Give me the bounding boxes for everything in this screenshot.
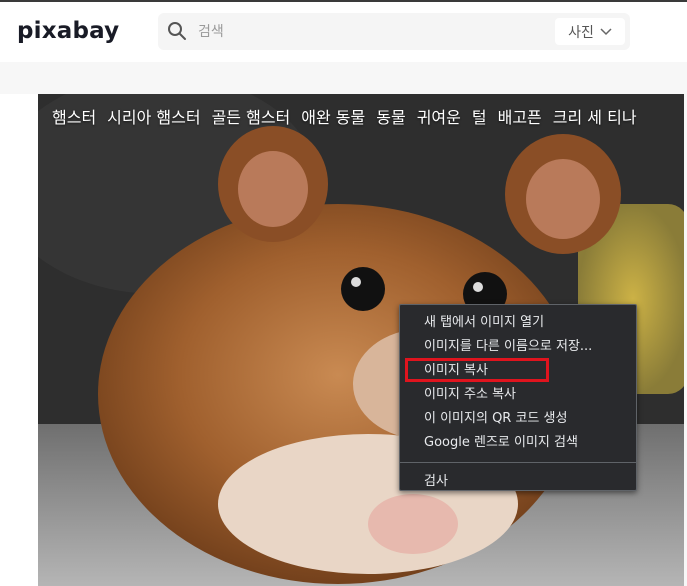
ctx-save-image-as[interactable]: 이미지를 다른 이름으로 저장... xyxy=(400,335,636,359)
ctx-search-google-lens[interactable]: Google 렌즈로 이미지 검색 xyxy=(400,431,636,455)
pixabay-logo[interactable]: pixabay xyxy=(17,18,119,44)
tag-item[interactable]: 골든 햄스터 xyxy=(212,104,291,128)
ctx-create-qr-code[interactable]: 이 이미지의 QR 코드 생성 xyxy=(400,407,636,431)
ctx-inspect[interactable]: 검사 xyxy=(400,470,636,494)
ctx-separator xyxy=(400,462,636,463)
search-icon[interactable] xyxy=(167,21,187,41)
ctx-open-image-new-tab[interactable]: 새 탭에서 이미지 열기 xyxy=(400,311,636,335)
ctx-copy-image[interactable]: 이미지 복사 xyxy=(400,359,636,383)
media-type-label: 사진 xyxy=(568,24,594,41)
left-gutter xyxy=(0,94,38,586)
ctx-copy-image-address[interactable]: 이미지 주소 복사 xyxy=(400,383,636,407)
tag-item[interactable]: 털 xyxy=(472,104,487,128)
search-bar[interactable]: 사진 xyxy=(158,13,630,50)
tag-list: 햄스터 시리아 햄스터 골든 햄스터 애완 동물 동물 귀여운 털 배고픈 크리… xyxy=(52,104,684,128)
tag-item[interactable]: 햄스터 xyxy=(52,104,96,128)
tag-item[interactable]: 귀여운 xyxy=(417,104,461,128)
search-input[interactable] xyxy=(198,13,548,50)
media-type-select[interactable]: 사진 xyxy=(555,18,625,45)
tag-item[interactable]: 애완 동물 xyxy=(301,104,365,128)
chevron-down-icon xyxy=(600,27,612,35)
tag-item[interactable]: 크리 세 티나 xyxy=(553,104,637,128)
tag-item[interactable]: 시리아 햄스터 xyxy=(107,104,200,128)
content-top-strip xyxy=(0,62,687,94)
tag-item[interactable]: 동물 xyxy=(376,104,405,128)
header: pixabay 사진 xyxy=(0,2,687,62)
tag-item[interactable]: 배고픈 xyxy=(498,104,542,128)
context-menu: 새 탭에서 이미지 열기 이미지를 다른 이름으로 저장... 이미지 복사 이… xyxy=(399,304,637,491)
